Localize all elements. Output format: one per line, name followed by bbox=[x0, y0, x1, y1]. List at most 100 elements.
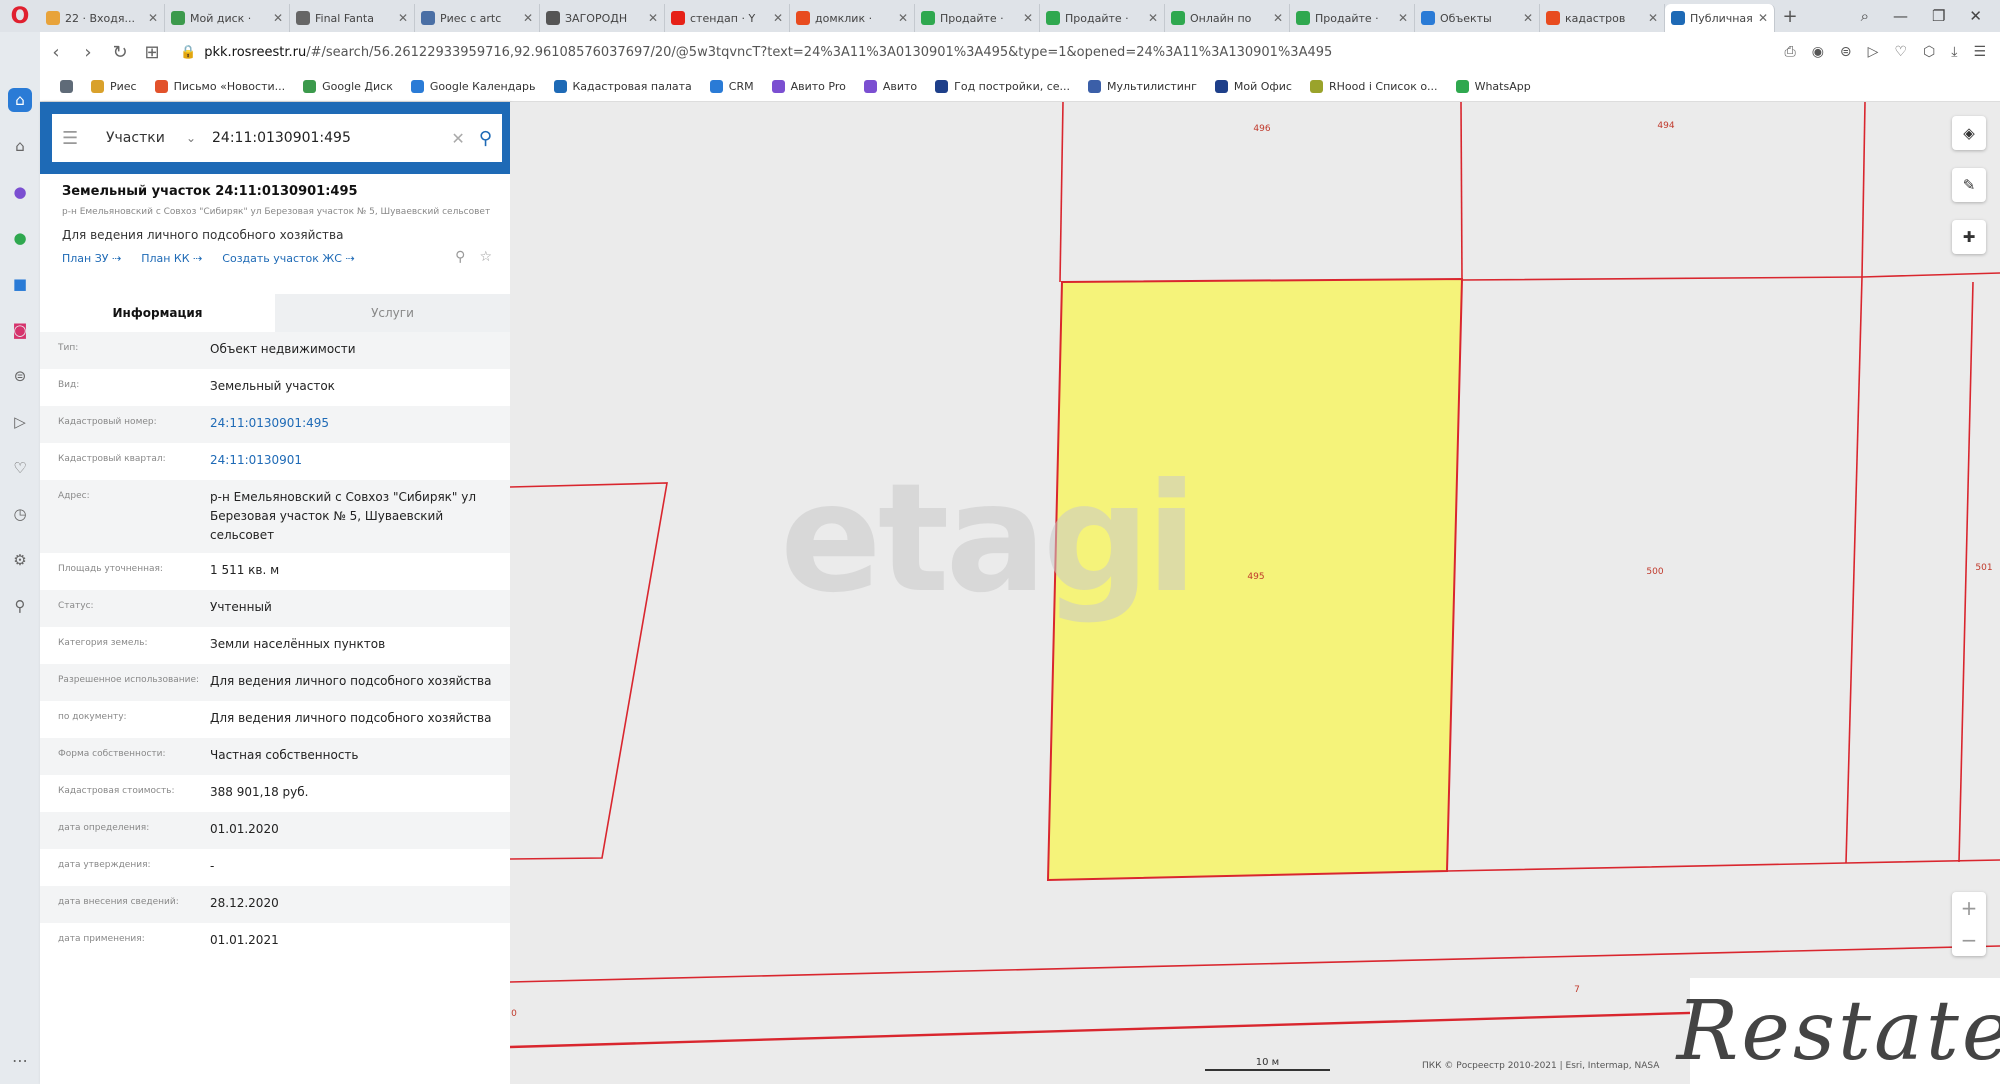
minimize-button[interactable]: — bbox=[1893, 7, 1908, 25]
browser-tab[interactable]: Final Fanta ✕ bbox=[290, 4, 415, 32]
wallet-icon[interactable]: ⊜ bbox=[1840, 44, 1852, 60]
tab-close-icon[interactable]: ✕ bbox=[1398, 11, 1408, 25]
browser-tab[interactable]: Продайте · ✕ bbox=[1040, 4, 1165, 32]
favorites-heart-icon[interactable]: ♡ bbox=[8, 456, 32, 480]
browser-tab[interactable]: ЗАГОРОДН ✕ bbox=[540, 4, 665, 32]
tab-close-icon[interactable]: ✕ bbox=[1023, 11, 1033, 25]
search-type-select[interactable]: Участки bbox=[106, 130, 186, 146]
flow-icon[interactable]: ▷ bbox=[8, 410, 32, 434]
settings-gear-icon[interactable]: ⚙ bbox=[8, 548, 32, 572]
restore-button[interactable]: ❐ bbox=[1932, 7, 1945, 25]
speed-dial-grid-icon[interactable]: ⊞ bbox=[136, 42, 168, 63]
snapshot-camera-icon[interactable]: ◉ bbox=[1812, 44, 1824, 60]
tab-close-icon[interactable]: ✕ bbox=[1148, 11, 1158, 25]
tab-close-icon[interactable]: ✕ bbox=[1273, 11, 1283, 25]
home-icon[interactable]: ⌂ bbox=[8, 134, 32, 158]
bookmark-item[interactable]: Год постройки, се... bbox=[935, 80, 1070, 93]
browser-tab[interactable]: Риес с artc ✕ bbox=[415, 4, 540, 32]
hamburger-menu-icon[interactable]: ☰ bbox=[62, 128, 84, 149]
browser-tab[interactable]: стендап · Y ✕ bbox=[665, 4, 790, 32]
browser-tab[interactable]: Онлайн по ✕ bbox=[1165, 4, 1290, 32]
ruler-icon[interactable]: ✎ bbox=[1952, 168, 1986, 202]
tab-favicon-icon bbox=[171, 11, 185, 25]
close-window-button[interactable]: ✕ bbox=[1969, 7, 1982, 25]
tab-close-icon[interactable]: ✕ bbox=[1758, 11, 1768, 25]
bookmark-item[interactable]: Риес bbox=[91, 80, 137, 93]
parcel-title: Земельный участок 24:11:0130901:495 bbox=[62, 184, 358, 199]
tab-close-icon[interactable]: ✕ bbox=[1523, 11, 1533, 25]
more-dots-icon[interactable]: ⋯ bbox=[12, 1051, 28, 1070]
bookmark-item[interactable]: Google Календарь bbox=[410, 80, 536, 93]
apps-grid-icon[interactable] bbox=[60, 80, 73, 93]
zoom-out-button[interactable]: − bbox=[1952, 924, 1986, 956]
bookmark-item[interactable]: Авито Pro bbox=[771, 80, 846, 93]
easy-setup-icon[interactable]: ☰ bbox=[1973, 44, 1986, 60]
vk-icon[interactable]: ■ bbox=[8, 272, 32, 296]
history-clock-icon[interactable]: ◷ bbox=[8, 502, 32, 526]
bookmark-item[interactable]: Кадастровая палата bbox=[553, 80, 692, 93]
browser-tab[interactable]: домклик · ✕ bbox=[790, 4, 915, 32]
browser-tab[interactable]: кадастров ✕ bbox=[1540, 4, 1665, 32]
browser-tab[interactable]: Мой диск · ✕ bbox=[165, 4, 290, 32]
browser-tab[interactable]: Публичная ✕ bbox=[1665, 4, 1775, 32]
tab-close-icon[interactable]: ✕ bbox=[648, 11, 658, 25]
info-label: Кадастровый номер: bbox=[58, 417, 157, 427]
url-field[interactable]: 🔒 pkk.rosreestr.ru/#/search/56.261229339… bbox=[180, 45, 1332, 60]
bookmark-item[interactable]: Мой Офис bbox=[1214, 80, 1292, 93]
browser-tab[interactable]: Объекты ✕ bbox=[1415, 4, 1540, 32]
plan-kk-link[interactable]: План КК ⇢ bbox=[141, 252, 202, 265]
player-icon[interactable]: ⊜ bbox=[8, 364, 32, 388]
chevron-down-icon[interactable]: ⌄ bbox=[186, 131, 204, 145]
browser-tab[interactable]: Продайте · ✕ bbox=[1290, 4, 1415, 32]
save-page-icon[interactable]: ⎙ bbox=[1785, 44, 1796, 60]
whatsapp-icon[interactable]: ● bbox=[8, 226, 32, 250]
tab-info[interactable]: Информация bbox=[40, 294, 275, 332]
bookmark-item[interactable]: CRM bbox=[709, 80, 754, 93]
tab-close-icon[interactable]: ✕ bbox=[898, 11, 908, 25]
tab-services[interactable]: Услуги bbox=[275, 294, 510, 332]
bookmark-item[interactable]: WhatsApp bbox=[1455, 80, 1531, 93]
layers-icon[interactable]: ◈ bbox=[1952, 116, 1986, 150]
tab-close-icon[interactable]: ✕ bbox=[273, 11, 283, 25]
bookmark-item[interactable]: Авито bbox=[863, 80, 917, 93]
search-icon[interactable]: ⚲ bbox=[479, 128, 492, 149]
bookmark-item[interactable]: RHood i Список о... bbox=[1309, 80, 1438, 93]
locate-crosshair-icon[interactable]: ✚ bbox=[1952, 220, 1986, 254]
zoom-in-button[interactable]: + bbox=[1952, 892, 1986, 924]
tab-close-icon[interactable]: ✕ bbox=[148, 11, 158, 25]
messenger-icon[interactable]: ● bbox=[8, 180, 32, 204]
favorite-star-icon[interactable]: ☆ bbox=[479, 249, 492, 265]
forward-button[interactable]: › bbox=[72, 42, 104, 63]
new-tab-button[interactable]: + bbox=[1775, 6, 1805, 27]
extensions-cube-icon[interactable]: ⬡ bbox=[1923, 44, 1935, 60]
create-plot-link[interactable]: Создать участок ЖС ⇢ bbox=[222, 252, 354, 265]
tab-close-icon[interactable]: ✕ bbox=[1648, 11, 1658, 25]
zoom-to-parcel-icon[interactable]: ⚲ bbox=[455, 249, 465, 265]
bookmark-item[interactable]: Google Диск bbox=[303, 80, 393, 93]
info-row: Вид: Земельный участок bbox=[40, 369, 510, 406]
home-speed-dial-icon[interactable]: ⌂ bbox=[8, 88, 32, 112]
info-value[interactable]: 24:11:0130901 bbox=[210, 451, 492, 472]
reload-button[interactable]: ↻ bbox=[104, 42, 136, 63]
opera-logo-icon[interactable]: O bbox=[0, 0, 40, 32]
instagram-icon[interactable]: ◙ bbox=[8, 318, 32, 342]
tab-close-icon[interactable]: ✕ bbox=[398, 11, 408, 25]
bookmark-item[interactable]: Письмо «Новости... bbox=[154, 80, 285, 93]
back-button[interactable]: ‹ bbox=[40, 42, 72, 63]
tab-close-icon[interactable]: ✕ bbox=[523, 11, 533, 25]
bookmark-item[interactable]: Мультилистинг bbox=[1088, 80, 1197, 93]
browser-tab[interactable]: 22 · Входя... ✕ bbox=[40, 4, 165, 32]
cadastral-map[interactable]: 495 496 494 500 501 7 0 etagi ◈ ✎ ✚ + − … bbox=[510, 102, 2000, 1084]
plan-zu-link[interactable]: План ЗУ ⇢ bbox=[62, 252, 121, 265]
tab-search-icon[interactable]: ⌕ bbox=[1861, 7, 1869, 25]
info-row: дата определения: 01.01.2020 bbox=[40, 812, 510, 849]
download-icon[interactable]: ⤓ bbox=[1951, 44, 1957, 60]
send-icon[interactable]: ▷ bbox=[1868, 44, 1879, 60]
clear-search-icon[interactable]: ✕ bbox=[451, 129, 464, 148]
pin-location-icon[interactable]: ⚲ bbox=[8, 594, 32, 618]
info-value[interactable]: 24:11:0130901:495 bbox=[210, 414, 492, 435]
tab-close-icon[interactable]: ✕ bbox=[773, 11, 783, 25]
browser-tab[interactable]: Продайте · ✕ bbox=[915, 4, 1040, 32]
search-input[interactable] bbox=[212, 130, 452, 146]
bookmark-heart-icon[interactable]: ♡ bbox=[1894, 44, 1907, 60]
